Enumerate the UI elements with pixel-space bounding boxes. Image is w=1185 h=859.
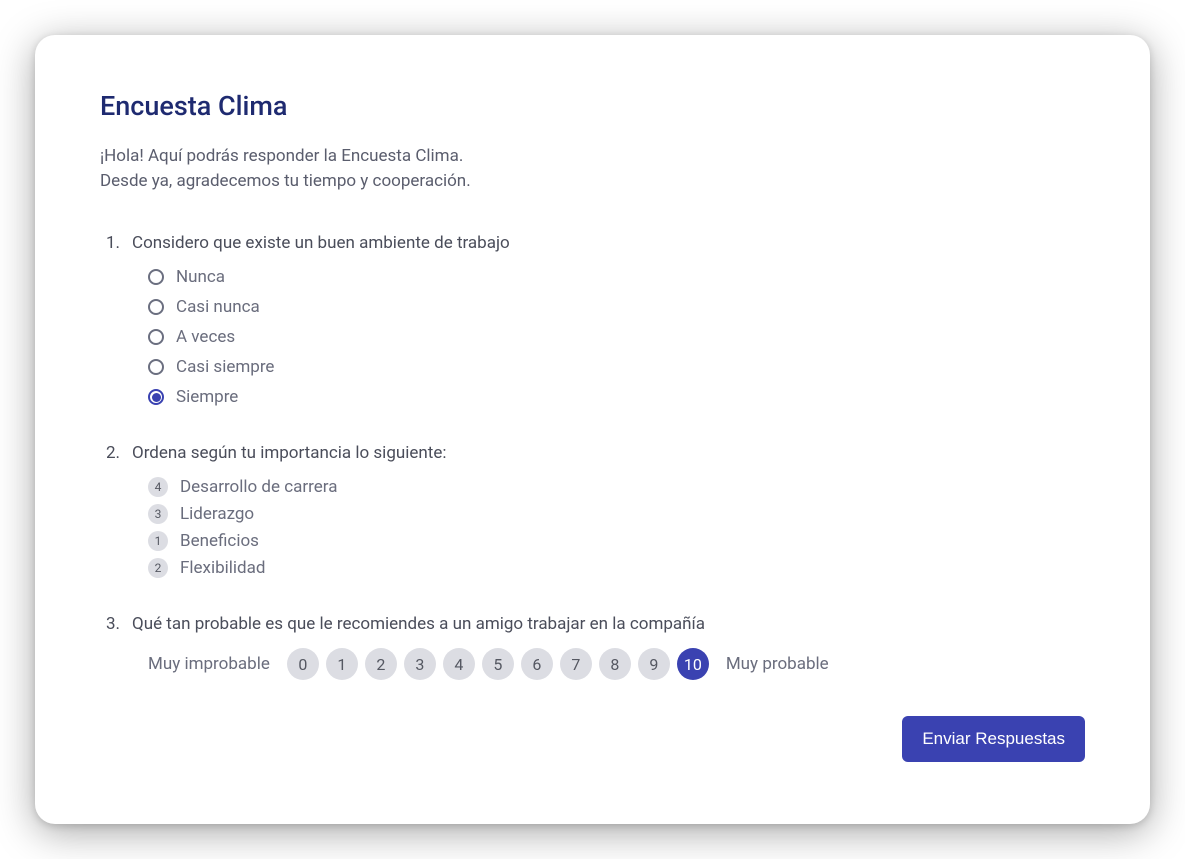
radio-label: Casi nunca <box>176 297 260 317</box>
nps-chip-0[interactable]: 0 <box>287 648 319 680</box>
survey-title: Encuesta Clima <box>100 90 1085 122</box>
question-1: 1. Considero que existe un buen ambiente… <box>100 233 1085 407</box>
rank-label: Flexibilidad <box>180 558 265 578</box>
nps-chip-3[interactable]: 3 <box>404 648 436 680</box>
question-number: 1. <box>100 233 120 253</box>
intro-line-2: Desde ya, agradecemos tu tiempo y cooper… <box>100 169 1085 194</box>
radio-option[interactable]: Nunca <box>148 267 1085 287</box>
rank-label: Liderazgo <box>180 504 254 524</box>
question-text: Ordena según tu importancia lo siguiente… <box>132 443 446 463</box>
nps-chip-9[interactable]: 9 <box>638 648 670 680</box>
question-2-items: 4 Desarrollo de carrera 3 Liderazgo 1 Benefic… <box>100 477 1085 578</box>
radio-label: Siempre <box>176 387 238 407</box>
question-number: 2. <box>100 443 120 463</box>
submit-button[interactable]: Enviar Respuestas <box>902 716 1085 762</box>
nps-chip-5[interactable]: 5 <box>482 648 514 680</box>
question-2: 2. Ordena según tu importancia lo siguie… <box>100 443 1085 578</box>
nps-chip-6[interactable]: 6 <box>521 648 553 680</box>
rank-item[interactable]: 1 Beneficios <box>148 531 1085 551</box>
radio-icon <box>148 269 164 285</box>
question-3-header: 3. Qué tan probable es que le recomiende… <box>100 614 1085 634</box>
intro-line-1: ¡Hola! Aquí podrás responder la Encuesta… <box>100 144 1085 169</box>
radio-icon <box>148 299 164 315</box>
radio-icon <box>148 389 164 405</box>
nps-low-label: Muy improbable <box>148 654 270 674</box>
rank-item[interactable]: 3 Liderazgo <box>148 504 1085 524</box>
submit-row: Enviar Respuestas <box>100 716 1085 762</box>
question-number: 3. <box>100 614 120 634</box>
nps-chip-7[interactable]: 7 <box>560 648 592 680</box>
question-text: Qué tan probable es que le recomiendes a… <box>132 614 705 634</box>
survey-intro: ¡Hola! Aquí podrás responder la Encuesta… <box>100 144 1085 193</box>
rank-badge: 4 <box>148 477 168 497</box>
rank-badge: 1 <box>148 531 168 551</box>
nps-high-label: Muy probable <box>726 654 829 674</box>
radio-option[interactable]: Casi siempre <box>148 357 1085 377</box>
rank-item[interactable]: 4 Desarrollo de carrera <box>148 477 1085 497</box>
radio-label: Casi siempre <box>176 357 274 377</box>
rank-label: Beneficios <box>180 531 259 551</box>
question-2-header: 2. Ordena según tu importancia lo siguie… <box>100 443 1085 463</box>
question-3: 3. Qué tan probable es que le recomiende… <box>100 614 1085 680</box>
nps-chip-1[interactable]: 1 <box>326 648 358 680</box>
radio-option[interactable]: Casi nunca <box>148 297 1085 317</box>
rank-item[interactable]: 2 Flexibilidad <box>148 558 1085 578</box>
question-1-header: 1. Considero que existe un buen ambiente… <box>100 233 1085 253</box>
rank-label: Desarrollo de carrera <box>180 477 337 497</box>
nps-chip-4[interactable]: 4 <box>443 648 475 680</box>
nps-chip-2[interactable]: 2 <box>365 648 397 680</box>
rank-badge: 3 <box>148 504 168 524</box>
radio-option[interactable]: A veces <box>148 327 1085 347</box>
question-text: Considero que existe un buen ambiente de… <box>132 233 510 253</box>
radio-option[interactable]: Siempre <box>148 387 1085 407</box>
nps-chip-10[interactable]: 10 <box>677 648 709 680</box>
radio-icon <box>148 359 164 375</box>
survey-card: Encuesta Clima ¡Hola! Aquí podrás respon… <box>35 35 1150 824</box>
nps-chip-8[interactable]: 8 <box>599 648 631 680</box>
rank-badge: 2 <box>148 558 168 578</box>
radio-label: A veces <box>176 327 235 347</box>
radio-label: Nunca <box>176 267 225 287</box>
radio-icon <box>148 329 164 345</box>
question-1-options: Nunca Casi nunca A veces Casi siempre Siempr… <box>100 267 1085 407</box>
nps-scale: Muy improbable 012345678910 Muy probable <box>100 648 1085 680</box>
